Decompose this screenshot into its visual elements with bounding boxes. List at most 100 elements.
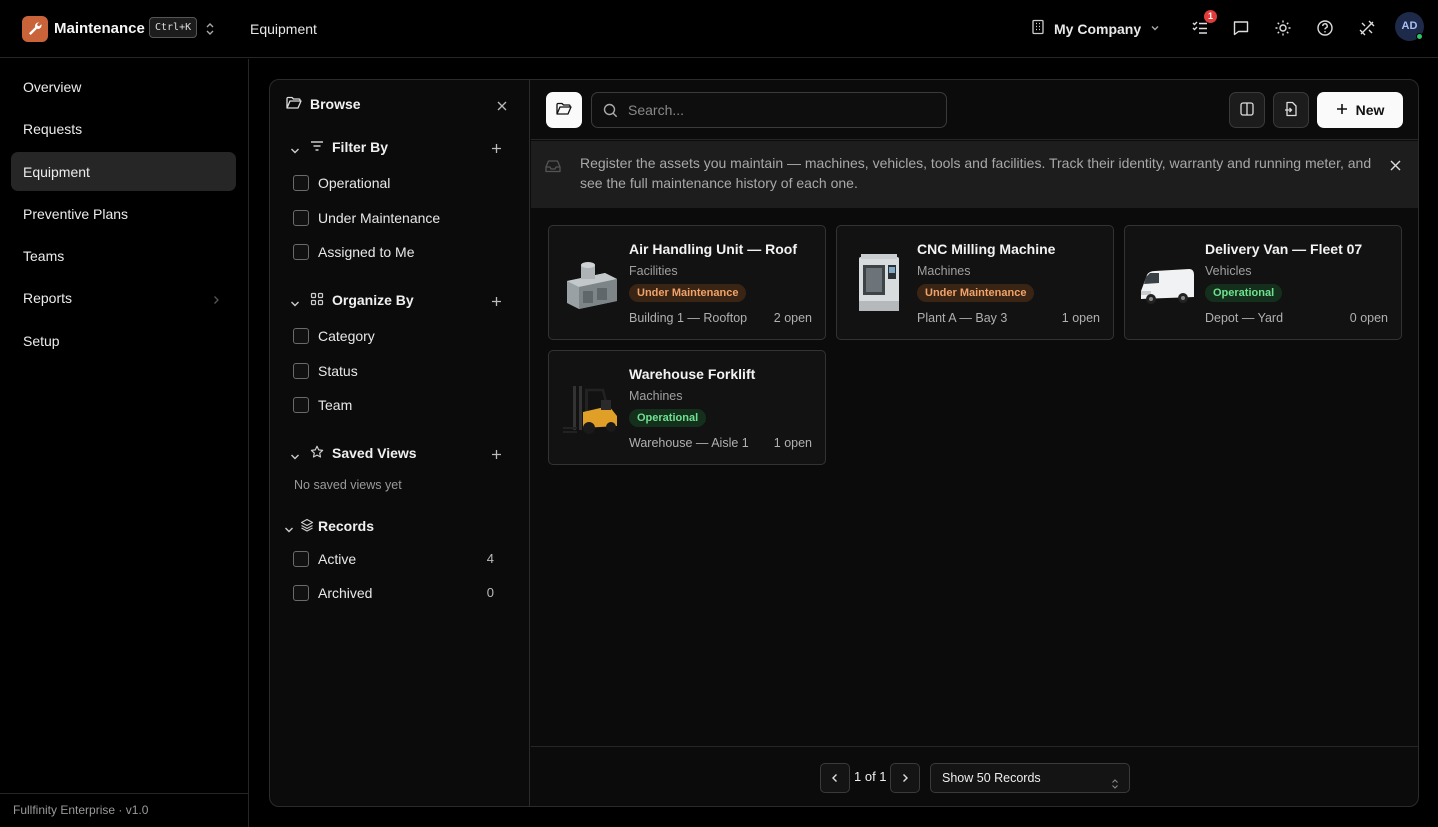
grid-icon <box>310 292 324 309</box>
equipment-category: Machines <box>629 389 683 403</box>
equipment-card[interactable]: Warehouse Forklift Machines Operational … <box>548 350 826 465</box>
plus-icon <box>1336 102 1348 118</box>
main-content: New Register the assets you maintain — m… <box>531 80 1418 806</box>
status-badge: Operational <box>629 409 707 427</box>
chevron-right-icon <box>212 292 220 308</box>
tools-icon[interactable] <box>1357 18 1377 38</box>
organize-by-title: Organize By <box>332 292 414 308</box>
chat-icon[interactable] <box>1231 18 1251 38</box>
collapse-records-chevron-icon[interactable] <box>284 521 294 537</box>
filter-operational-checkbox[interactable] <box>293 175 309 191</box>
open-requests-count: 1 open <box>1061 311 1100 325</box>
search-field[interactable] <box>591 92 947 128</box>
toggle-browse-button[interactable] <box>546 92 582 128</box>
company-switcher[interactable]: My Company <box>1030 19 1161 38</box>
equipment-location: Depot — Yard <box>1205 311 1284 325</box>
organize-team-checkbox[interactable] <box>293 397 309 413</box>
add-saved-view-plus-icon[interactable] <box>491 447 502 463</box>
next-page-button[interactable] <box>890 763 920 793</box>
sidebar-item-requests[interactable]: Requests <box>11 109 236 148</box>
sidebar-item-equipment[interactable]: Equipment <box>11 152 236 191</box>
inbox-icon <box>544 158 562 177</box>
equipment-card[interactable]: CNC Milling Machine Machines Under Maint… <box>836 225 1114 340</box>
search-icon <box>603 103 618 121</box>
equipment-card[interactable]: Air Handling Unit — Roof Facilities Unde… <box>548 225 826 340</box>
online-status-dot <box>1416 33 1423 40</box>
page-size-select[interactable]: Show 50 Records <box>930 763 1130 793</box>
status-badge: Under Maintenance <box>917 284 1035 302</box>
filter-under-maintenance-label: Under Maintenance <box>318 210 441 226</box>
sidebar-item-setup[interactable]: Setup <box>11 321 236 360</box>
search-input[interactable] <box>628 93 938 127</box>
collapse-filter-chevron-icon[interactable] <box>290 142 300 158</box>
import-button[interactable] <box>1273 92 1309 128</box>
add-filter-plus-icon[interactable] <box>491 141 502 157</box>
chevron-left-icon <box>831 770 839 786</box>
top-bar: Maintenance Ctrl+K Equipment My Company … <box>0 0 1438 58</box>
sidebar-item-preventive-plans[interactable]: Preventive Plans <box>11 194 236 233</box>
close-banner-icon[interactable] <box>1390 158 1401 174</box>
equipment-name: Air Handling Unit — Roof <box>629 241 797 257</box>
records-archived-checkbox[interactable] <box>293 585 309 601</box>
wrench-icon[interactable] <box>22 16 48 42</box>
sidebar: Overview Requests Equipment Preventive P… <box>0 59 249 827</box>
equipment-category: Facilities <box>629 264 678 278</box>
equipment-name: Warehouse Forklift <box>629 366 756 382</box>
equipment-location: Building 1 — Rooftop <box>629 311 748 325</box>
filter-operational-label: Operational <box>318 175 391 191</box>
file-import-icon <box>1283 101 1299 120</box>
organize-team-label: Team <box>318 397 353 413</box>
notification-badge: 1 <box>1204 10 1217 23</box>
toolbar: New <box>531 80 1418 140</box>
equipment-category: Machines <box>917 264 971 278</box>
equipment-location: Warehouse — Aisle 1 <box>629 436 749 450</box>
records-archived-count: 0 <box>486 585 494 600</box>
shortcut-hint: Ctrl+K <box>149 17 198 38</box>
help-icon[interactable] <box>1315 18 1335 38</box>
sidebar-item-label: Reports <box>23 289 73 306</box>
sidebar-item-label: Setup <box>23 332 60 349</box>
chevron-down-icon <box>1149 21 1161 37</box>
organize-status-checkbox[interactable] <box>293 363 309 379</box>
filter-under-maintenance-checkbox[interactable] <box>293 210 309 226</box>
collapse-organize-chevron-icon[interactable] <box>290 295 300 311</box>
prev-page-button[interactable] <box>820 763 850 793</box>
status-badge: Operational <box>1205 284 1283 302</box>
equipment-card[interactable]: Delivery Van — Fleet 07 Vehicles Operati… <box>1124 225 1402 340</box>
new-button-label: New <box>1355 102 1385 118</box>
select-updown-icon <box>1111 772 1119 800</box>
close-browse-icon[interactable] <box>497 98 507 114</box>
filter-assigned-to-me-label: Assigned to Me <box>318 244 415 260</box>
filter-icon <box>310 139 324 156</box>
sidebar-item-label: Preventive Plans <box>23 205 129 222</box>
sun-icon[interactable] <box>1273 18 1293 38</box>
status-badge: Under Maintenance <box>629 284 747 302</box>
split-view-button[interactable] <box>1229 92 1265 128</box>
organize-status-label: Status <box>318 363 358 379</box>
add-group-plus-icon[interactable] <box>491 294 502 310</box>
folder-open-icon <box>286 96 302 113</box>
records-archived-label: Archived <box>318 585 373 601</box>
equipment-category: Vehicles <box>1205 264 1252 278</box>
sidebar-item-overview[interactable]: Overview <box>11 67 236 106</box>
equipment-name: Delivery Van — Fleet 07 <box>1205 241 1363 257</box>
hvac-unit-image <box>561 251 621 315</box>
saved-views-title: Saved Views <box>332 445 417 461</box>
sidebar-item-teams[interactable]: Teams <box>11 236 236 275</box>
folder-open-icon <box>556 102 572 119</box>
sidebar-item-reports[interactable]: Reports <box>11 278 236 317</box>
app-switcher-chevron-icon[interactable] <box>204 21 216 37</box>
collapse-saved-views-chevron-icon[interactable] <box>290 448 300 464</box>
sidebar-item-label: Overview <box>23 78 82 95</box>
app-name[interactable]: Maintenance <box>54 20 145 37</box>
page-size-label: Show 50 Records <box>942 771 1041 785</box>
records-active-checkbox[interactable] <box>293 551 309 567</box>
filter-assigned-to-me-checkbox[interactable] <box>293 244 309 260</box>
layers-icon <box>300 518 314 535</box>
pagination-bar: 1 of 1 Show 50 Records <box>531 746 1418 806</box>
new-equipment-button[interactable]: New <box>1317 92 1403 128</box>
chevron-right-icon <box>901 770 909 786</box>
browse-panel: Browse Filter By Operational Under Maint… <box>270 80 530 806</box>
saved-views-empty-text: No saved views yet <box>294 478 402 492</box>
organize-category-checkbox[interactable] <box>293 328 309 344</box>
